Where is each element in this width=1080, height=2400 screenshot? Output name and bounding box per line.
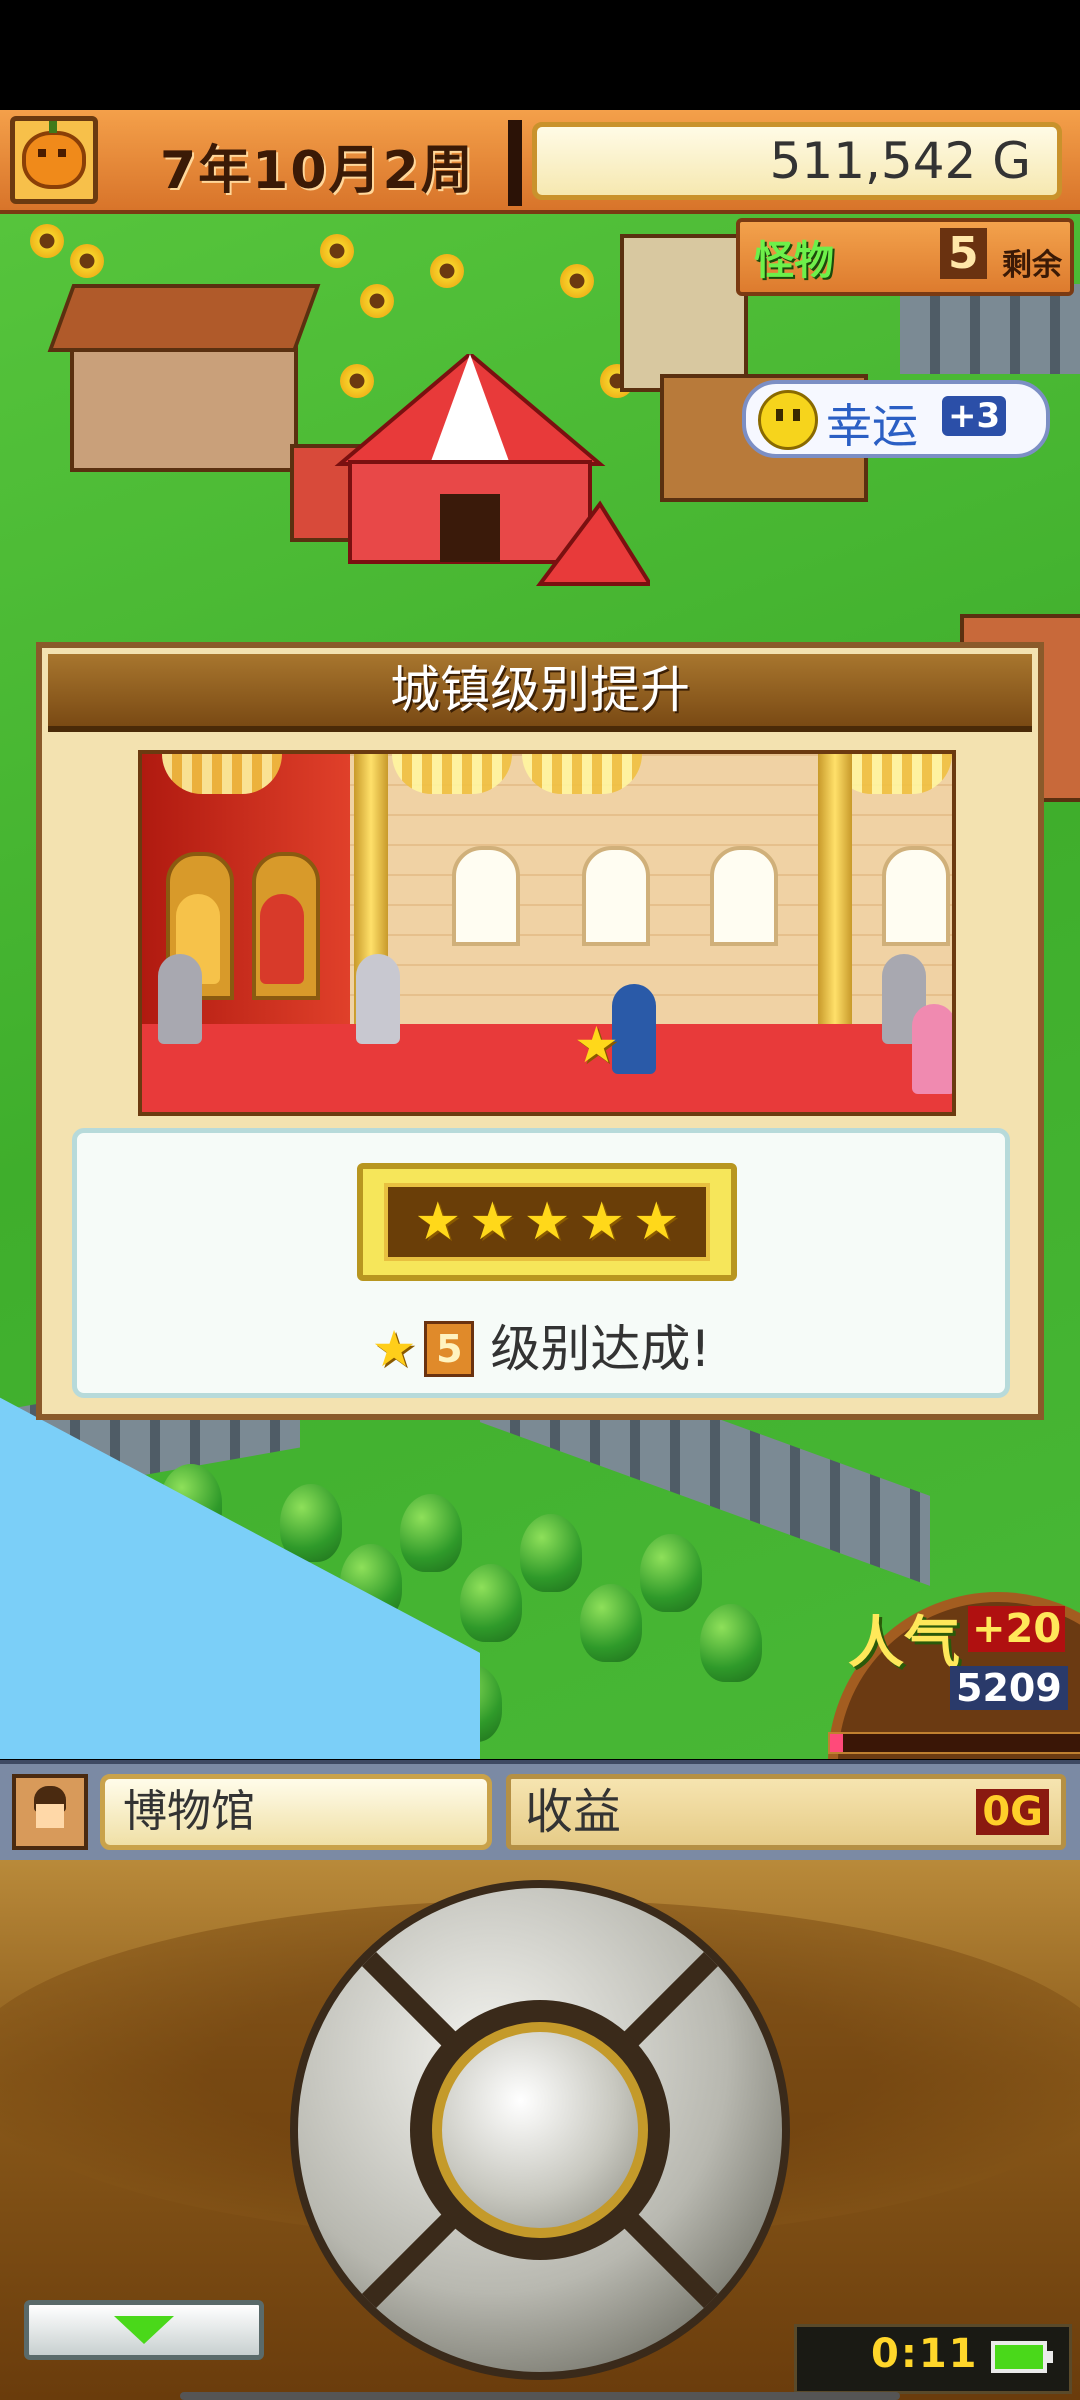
sunflower — [430, 254, 464, 288]
status-bar-area — [0, 0, 1080, 110]
throne-room-scene: ★ — [138, 750, 956, 1116]
popularity-bar — [828, 1732, 1080, 1754]
sunflower — [30, 224, 64, 258]
tree — [640, 1534, 702, 1612]
dialog-title: 城镇级别提升 — [48, 654, 1032, 732]
popularity-bonus: +20 — [968, 1606, 1066, 1652]
gesture-nav-handle[interactable] — [180, 2392, 900, 2400]
hud-divider — [508, 120, 522, 206]
monster-counter: 怪物 5 剩余 — [736, 218, 1074, 296]
popularity-bar-fill — [830, 1734, 843, 1752]
dpad-center-ring — [410, 2000, 670, 2260]
sunflower — [70, 244, 104, 278]
building-name-field[interactable]: 博物馆 — [100, 1774, 492, 1850]
clock-time: 0:11 — [871, 2331, 979, 2377]
luck-bonus: +3 — [942, 396, 1007, 436]
sunflower — [320, 234, 354, 268]
star-icon: ★ — [523, 1192, 571, 1252]
income-display: 收益 0G — [506, 1774, 1066, 1850]
star-icon: ★ — [632, 1192, 680, 1252]
smile-icon — [758, 390, 818, 450]
star-icon: ★ — [578, 1192, 625, 1252]
star-plaque: ★ ★ ★ ★ ★ — [357, 1163, 737, 1281]
sunflower — [360, 284, 394, 318]
avatar[interactable] — [12, 1774, 88, 1850]
tree — [700, 1604, 762, 1682]
tree — [460, 1564, 522, 1642]
income-label: 收益 — [525, 1784, 622, 1840]
game-date: 7年10月2周 — [160, 141, 475, 201]
luck-label: 幸运 — [826, 399, 918, 453]
menu-pumpkin-button[interactable] — [10, 116, 98, 204]
level-result-panel: ★ ★ ★ ★ ★ ★ 5 级别达成! — [72, 1128, 1010, 1398]
arched-window — [582, 846, 650, 946]
monster-label: 怪物 — [754, 238, 834, 284]
collapse-menu-button[interactable] — [24, 2300, 264, 2360]
minister-figure — [356, 954, 400, 1044]
arched-window — [882, 846, 950, 946]
monster-remaining-label: 剩余 — [1002, 248, 1062, 283]
knight-figure — [158, 954, 202, 1044]
stone-fence — [900, 284, 1080, 374]
tree — [520, 1514, 582, 1592]
star-rating: ★ ★ ★ ★ ★ — [384, 1183, 710, 1261]
achievement-text-row: ★ 5 级别达成! — [77, 1309, 1005, 1381]
star-icon: ★ — [371, 1320, 417, 1378]
income-value: 0G — [976, 1789, 1049, 1835]
popularity-meter: 人气 +20 5209 — [808, 1572, 1080, 1759]
battery-icon — [991, 2341, 1053, 2373]
princess-figure — [912, 1004, 952, 1094]
building-info-bar: 博物馆 收益 0G — [0, 1760, 1080, 1864]
tree — [400, 1494, 462, 1572]
controller-panel: 0:11 — [0, 1860, 1080, 2400]
red-carpet — [142, 1024, 952, 1112]
town-level-up-dialog[interactable]: 城镇级别提升 ★ ★ ★ ★ ★ ★ ★ 5 级别达成! — [36, 642, 1044, 1420]
popularity-value: 5209 — [950, 1666, 1068, 1710]
arched-window — [452, 846, 520, 946]
popularity-label: 人气 — [848, 1611, 960, 1676]
tree — [580, 1584, 642, 1662]
money-display: 511,542 G — [532, 122, 1062, 200]
star-icon: ★ — [469, 1192, 516, 1252]
directional-pad[interactable] — [290, 1880, 790, 2380]
clock-display: 0:11 — [794, 2324, 1072, 2394]
level-number-badge: 5 — [424, 1321, 475, 1377]
sunflower — [560, 264, 594, 298]
chevron-down-icon — [114, 2316, 174, 2344]
monster-count: 5 — [940, 228, 987, 279]
tree — [280, 1484, 342, 1562]
golden-pillar — [818, 754, 852, 1024]
pumpkin-icon — [22, 121, 86, 189]
star-icon: ★ — [414, 1192, 462, 1252]
top-hud: 7年10月2周 511,542 G — [0, 110, 1080, 214]
house-roof — [47, 284, 321, 352]
achievement-text: 级别达成! — [490, 1320, 711, 1378]
sparkle-star-icon: ★ — [574, 1016, 619, 1074]
arched-window — [710, 846, 778, 946]
confirm-button[interactable] — [432, 2022, 648, 2238]
luck-bubble[interactable]: 幸运 +3 — [742, 380, 1050, 458]
king-figure — [260, 894, 304, 984]
circus-tent[interactable] — [330, 354, 650, 604]
